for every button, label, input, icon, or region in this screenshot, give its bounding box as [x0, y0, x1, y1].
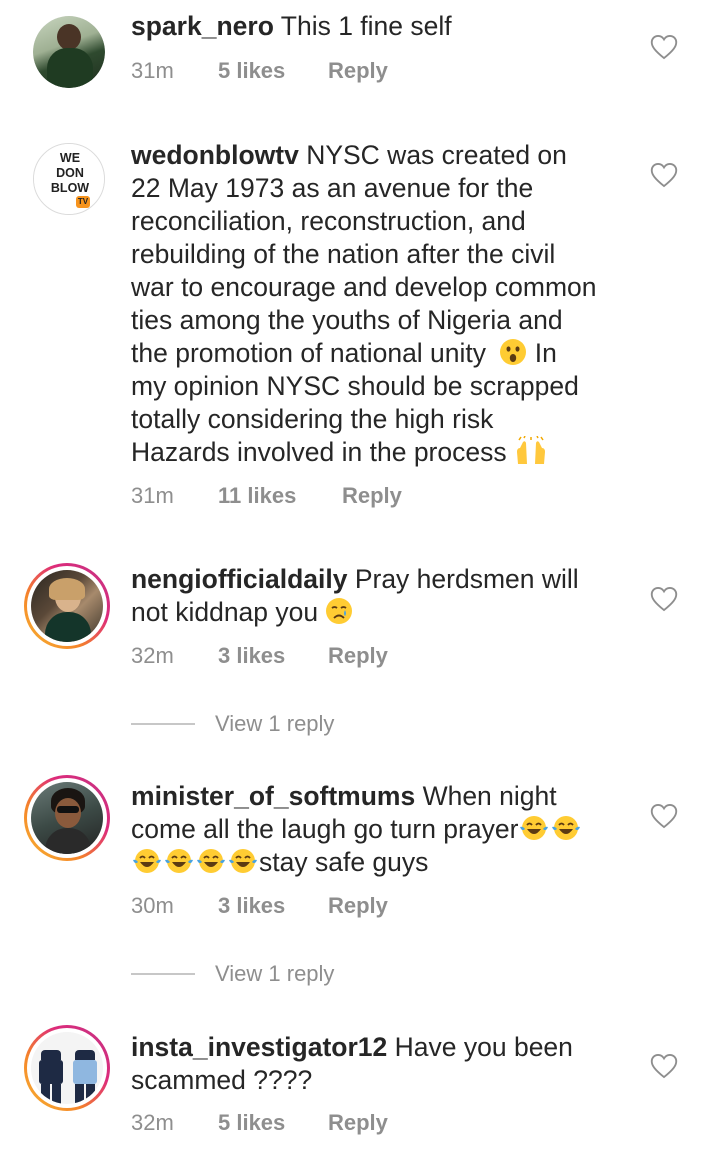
comment-text: spark_nero This 1 fine self: [131, 10, 631, 43]
logo-text: WE DON BLOW: [50, 151, 90, 195]
tears-of-joy-emoji: [165, 849, 193, 873]
comment-meta: 30m 3 likes Reply: [131, 893, 388, 919]
comment-text: insta_investigator12 Have you been scamm…: [131, 1031, 631, 1097]
comment-body-line: NYSC was created on: [298, 140, 567, 170]
comment-username[interactable]: spark_nero: [131, 11, 274, 41]
comment-body: Pray herdsmen will: [347, 564, 579, 594]
avatar-photo: [33, 16, 105, 88]
comment-body-line: totally considering the high risk: [131, 404, 494, 434]
logo-tv-badge: TV: [76, 196, 90, 208]
comment-time: 32m: [131, 643, 174, 668]
comment-meta: 31m 5 likes Reply: [131, 58, 388, 84]
comment-likes[interactable]: 5 likes: [218, 1110, 328, 1136]
view-replies-label: View 1 reply: [215, 711, 335, 736]
tears-of-joy-emoji: [197, 849, 225, 873]
heart-icon[interactable]: [650, 34, 678, 60]
comment-body-line: war to encourage and develop common: [131, 272, 597, 302]
comment-text: minister_of_softmums When night come all…: [131, 780, 631, 879]
avatar-logo: WE DON BLOW TV: [34, 144, 104, 214]
comment-time: 31m: [131, 483, 174, 508]
comment-body-line: In: [527, 338, 557, 368]
comment-body: Have you been: [387, 1032, 573, 1062]
reply-button[interactable]: Reply: [328, 643, 388, 669]
tears-of-joy-emoji: [229, 849, 257, 873]
comment-username[interactable]: wedonblowtv: [131, 140, 299, 170]
heart-icon[interactable]: [650, 1053, 678, 1079]
raising-hands-emoji: [516, 436, 545, 464]
comment-body-line: my opinion NYSC should be scrapped: [131, 371, 579, 401]
view-replies-label: View 1 reply: [215, 961, 335, 986]
comment-meta: 31m 11 likes Reply: [131, 483, 402, 509]
reply-button[interactable]: Reply: [342, 483, 402, 509]
crying-face-emoji: [326, 598, 353, 624]
comment-username[interactable]: minister_of_softmums: [131, 781, 415, 811]
comment-time: 31m: [131, 58, 174, 83]
comment-time: 32m: [131, 1110, 174, 1135]
comment-likes[interactable]: 11 likes: [218, 483, 342, 509]
divider-line: [131, 723, 195, 725]
avatar[interactable]: WE DON BLOW TV: [33, 143, 105, 215]
comment-body-line: reconciliation, reconstruction, and: [131, 206, 526, 236]
comment-text: nengiofficialdaily Pray herdsmen will no…: [131, 563, 631, 629]
tears-of-joy-emoji: [520, 816, 549, 840]
comment-likes[interactable]: 5 likes: [218, 58, 328, 84]
comment-meta: 32m 3 likes Reply: [131, 643, 388, 669]
view-replies-button[interactable]: View 1 reply: [131, 959, 334, 989]
comment-body-line: Hazards involved in the process: [131, 437, 514, 467]
avatar-photo: [31, 782, 103, 854]
tears-of-joy-emoji: [133, 849, 161, 873]
astonished-face-emoji: [500, 339, 527, 365]
comment-text: wedonblowtv NYSC was created on 22 May 1…: [131, 139, 631, 469]
avatar[interactable]: [33, 16, 105, 88]
comment-likes[interactable]: 3 likes: [218, 643, 328, 669]
avatar-photo: [31, 570, 103, 642]
comment-meta: 32m 5 likes Reply: [131, 1110, 388, 1136]
view-replies-button[interactable]: View 1 reply: [131, 709, 334, 739]
reply-button[interactable]: Reply: [328, 893, 388, 919]
avatar-photo: [31, 1032, 103, 1104]
tears-of-joy-emoji: [552, 816, 581, 840]
divider-line: [131, 973, 195, 975]
comment-likes[interactable]: 3 likes: [218, 893, 328, 919]
reply-button[interactable]: Reply: [328, 58, 388, 84]
comment-username[interactable]: insta_investigator12: [131, 1032, 387, 1062]
comment-body: This 1 fine self: [273, 11, 452, 41]
avatar-story-ring[interactable]: [24, 563, 110, 649]
heart-icon[interactable]: [650, 162, 678, 188]
avatar-story-ring[interactable]: [24, 775, 110, 861]
heart-icon[interactable]: [650, 586, 678, 612]
comment-body-line: 22 May 1973 as an avenue for the: [131, 173, 534, 203]
reply-button[interactable]: Reply: [328, 1110, 388, 1136]
comment-body: When night: [415, 781, 557, 811]
comment-body-line: ties among the youths of Nigeria and: [131, 305, 563, 335]
comment-body-line: the promotion of national unity: [131, 338, 487, 368]
comment-body-line: come all the laugh go turn prayer: [131, 814, 519, 844]
comment-body-line: not kiddnap you: [131, 597, 326, 627]
comment-body-line: stay safe guys: [259, 847, 429, 877]
comment-body-line: rebuilding of the nation after the civil: [131, 239, 556, 269]
heart-icon[interactable]: [650, 803, 678, 829]
avatar-story-ring[interactable]: [24, 1025, 110, 1111]
comment-time: 30m: [131, 893, 174, 918]
comment-username[interactable]: nengiofficialdaily: [131, 564, 347, 594]
comment-body-line: scammed ????: [131, 1065, 313, 1095]
